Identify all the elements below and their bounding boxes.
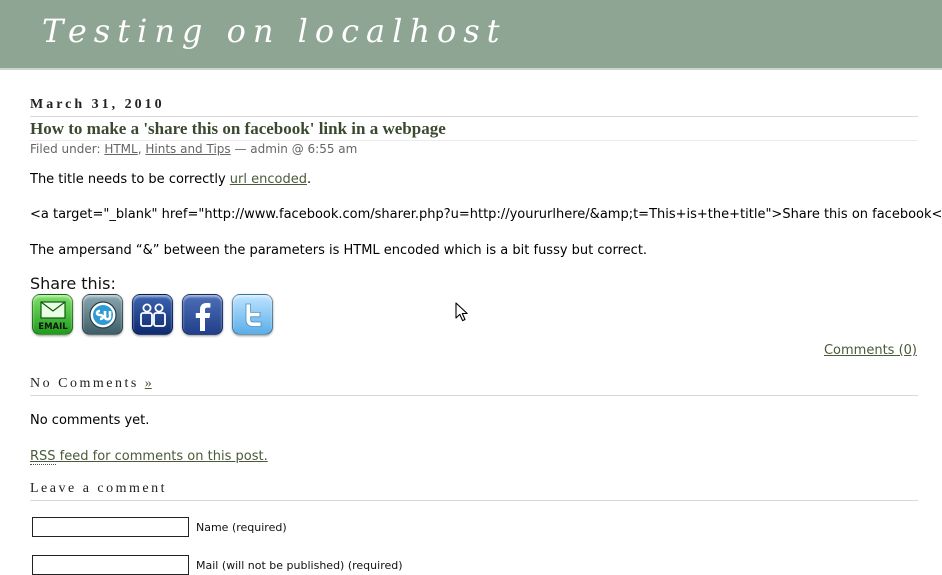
para-text: . xyxy=(306,172,312,187)
meta-prefix: Filed under: xyxy=(30,142,105,156)
facebook-icon-graphic xyxy=(195,302,210,331)
rss-feed-link[interactable]: RSS feed for comments on this post. xyxy=(30,449,268,465)
stumbleupon-icon[interactable] xyxy=(82,294,123,335)
comments-heading: No Comments » xyxy=(30,376,152,392)
myspace-icon-graphic xyxy=(139,303,166,327)
mail-row: Mail (will not be published) (required) xyxy=(32,555,403,575)
facebook-icon[interactable] xyxy=(182,294,223,335)
email-icon-graphic: EMAIL xyxy=(38,300,68,332)
myspace-icon[interactable] xyxy=(132,294,173,335)
divider xyxy=(30,116,918,117)
share-icons: EMAIL xyxy=(32,294,273,335)
code-paragraph: <a target="_blank" href="http://www.face… xyxy=(30,207,942,222)
para-text: The title needs to be correctly xyxy=(30,172,230,187)
divider xyxy=(30,395,918,396)
meta-author-time: — admin @ 6:55 am xyxy=(230,142,358,156)
leave-comment-heading: Leave a comment xyxy=(30,481,168,496)
email-icon[interactable]: EMAIL xyxy=(32,294,73,335)
site-header: Testing on localhost xyxy=(0,0,942,70)
share-label: Share this: xyxy=(30,274,116,293)
post-paragraph: The title needs to be correctly url enco… xyxy=(30,172,311,187)
rss-link-text: feed for comments on this post. xyxy=(55,449,268,464)
divider xyxy=(30,140,918,141)
divider xyxy=(30,500,918,501)
post-meta: Filed under: HTML, Hints and Tips — admi… xyxy=(30,142,357,156)
category-link-html[interactable]: HTML xyxy=(104,142,137,156)
site-title[interactable]: Testing on localhost xyxy=(42,12,507,50)
no-comments-text: No comments yet. xyxy=(30,413,150,428)
rss-abbr: RSS xyxy=(30,449,56,465)
stumbleupon-icon-graphic xyxy=(88,300,117,329)
mouse-cursor-icon xyxy=(455,302,468,322)
mail-label: Mail (will not be published) (required) xyxy=(196,558,403,572)
name-label: Name (required) xyxy=(196,520,287,534)
category-link-hints-and-tips[interactable]: Hints and Tips xyxy=(145,142,230,156)
email-icon-text: EMAIL xyxy=(38,322,68,332)
post-date: March 31, 2010 xyxy=(30,97,165,112)
post-paragraph: The ampersand “&” between the parameters… xyxy=(30,243,648,258)
post-title[interactable]: How to make a 'share this on facebook' l… xyxy=(30,119,446,139)
url-encoded-link[interactable]: url encoded xyxy=(230,172,307,187)
twitter-icon-graphic xyxy=(245,303,261,327)
mail-field[interactable] xyxy=(32,555,189,575)
name-field[interactable] xyxy=(32,517,189,537)
comments-heading-text: No Comments xyxy=(30,376,139,391)
comments-count-link[interactable]: Comments (0) xyxy=(824,343,917,358)
twitter-icon[interactable] xyxy=(232,294,273,335)
comments-anchor-link[interactable]: » xyxy=(145,376,152,391)
name-row: Name (required) xyxy=(32,517,287,537)
